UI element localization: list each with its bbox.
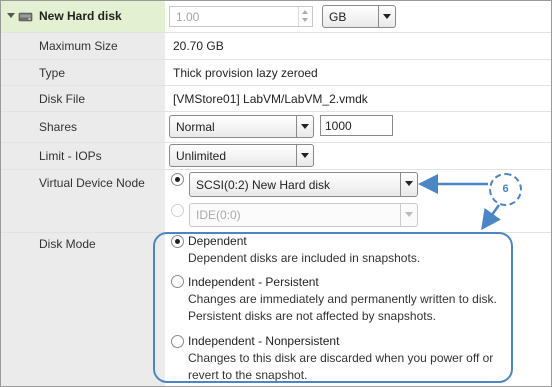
arrow-to-disk-mode: [481, 204, 501, 231]
callout-badge: 6: [489, 173, 522, 206]
callout-number: 6: [502, 183, 509, 195]
callout-arrows: [418, 174, 501, 231]
hard-disk-settings-panel: New Hard disk 1.00 GB Maximum Size 20.70…: [0, 0, 552, 387]
